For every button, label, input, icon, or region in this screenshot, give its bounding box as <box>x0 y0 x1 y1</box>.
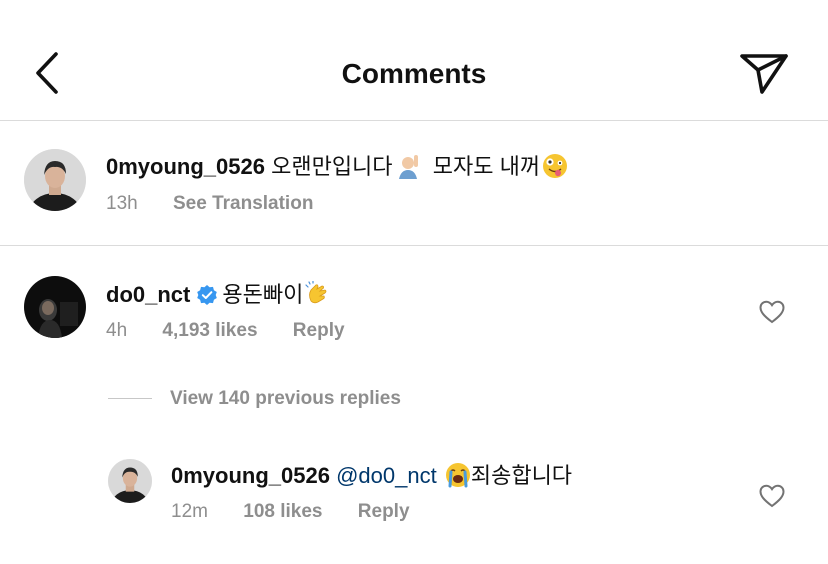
clapping-hands-emoji-icon <box>305 280 331 307</box>
comment-meta: 4h 4,193 likes Reply <box>106 320 375 342</box>
caption-time: 13h <box>106 193 138 214</box>
reply-button[interactable]: Reply <box>293 320 345 341</box>
avatar[interactable] <box>108 459 152 503</box>
comment-likes[interactable]: 4,193 likes <box>162 320 257 341</box>
reply-likes[interactable]: 108 likes <box>243 501 322 522</box>
view-previous-replies-button[interactable]: View 140 previous replies <box>108 388 401 410</box>
send-icon[interactable] <box>738 52 790 96</box>
reply-text: 죄송합니다 <box>470 463 573 488</box>
verified-badge-icon <box>196 284 218 306</box>
reply-button[interactable]: Reply <box>358 501 410 522</box>
heart-icon[interactable] <box>759 484 785 508</box>
comment-username[interactable]: do0_nct <box>106 282 190 307</box>
caption-text-line: 0myoung_0526 오랜만입니다 모자도 내꺼 <box>106 149 568 181</box>
caption-text-part2: 모자도 내꺼 <box>432 154 541 179</box>
header: Comments <box>0 0 828 121</box>
view-replies-label: View 140 previous replies <box>170 388 401 409</box>
reply-text-line: 0myoung_0526 @do0_nct 죄송합니다 <box>171 458 572 490</box>
zany-face-emoji-icon <box>542 153 568 179</box>
comment-text: 용돈빠이 <box>222 282 304 307</box>
caption-username[interactable]: 0myoung_0526 <box>106 154 265 179</box>
avatar[interactable] <box>24 276 86 338</box>
reply-meta: 12m 108 likes Reply <box>171 501 440 523</box>
comment-time: 4h <box>106 320 128 341</box>
see-translation-button[interactable]: See Translation <box>173 193 313 214</box>
page-title: Comments <box>341 58 487 89</box>
caption-meta: 13h See Translation <box>106 193 343 215</box>
heart-icon[interactable] <box>759 300 785 324</box>
person-raising-hand-emoji-icon <box>395 153 421 179</box>
caption-text-part1: 오랜만입니다 <box>271 154 393 179</box>
reply-time: 12m <box>171 501 208 522</box>
reply-mention-link[interactable]: @do0_nct <box>336 463 437 488</box>
caption-section: 0myoung_0526 오랜만입니다 모자도 내꺼 13h See Trans… <box>0 121 828 246</box>
comment-text-line: do0_nct 용돈빠이 <box>106 277 331 309</box>
loudly-crying-face-emoji-icon <box>445 462 471 488</box>
divider <box>108 398 152 400</box>
avatar[interactable] <box>24 149 86 211</box>
reply-username[interactable]: 0myoung_0526 <box>171 463 330 488</box>
